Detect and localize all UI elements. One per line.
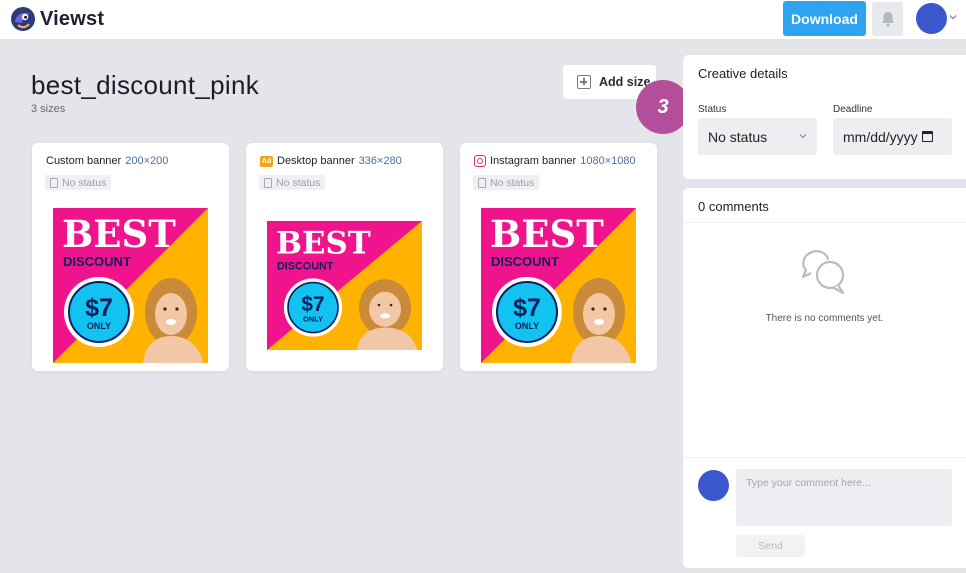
divider xyxy=(683,222,966,223)
status-chip-label: No status xyxy=(490,176,535,189)
status-chip[interactable]: No status xyxy=(45,175,112,190)
banner-price: $7 xyxy=(513,294,541,322)
notifications-button[interactable] xyxy=(872,2,903,36)
status-chip[interactable]: No status xyxy=(259,175,326,190)
page-title: best_discount_pink xyxy=(31,70,259,100)
deadline-input[interactable]: mm/dd/yyyy xyxy=(833,118,952,155)
banner-card-custom[interactable]: Custom banner 200×200 No status BEST DIS… xyxy=(32,143,229,371)
card-title: Custom banner 200×200 xyxy=(46,155,168,167)
app-logo[interactable]: Viewst xyxy=(10,6,104,32)
card-name: Desktop banner xyxy=(277,155,355,167)
status-select[interactable]: No status xyxy=(698,118,817,155)
download-button[interactable]: Download xyxy=(783,1,866,36)
bell-icon xyxy=(881,12,894,27)
card-title: Instagram banner 1080×1080 xyxy=(474,155,636,167)
details-title: Creative details xyxy=(698,66,788,81)
banner-preview[interactable]: BEST DISCOUNT $7 ONLY xyxy=(53,208,208,363)
banner-price-note: ONLY xyxy=(515,321,539,331)
empty-comments-text: There is no comments yet. xyxy=(765,313,884,324)
deadline-placeholder: mm/dd/yyyy xyxy=(843,128,918,145)
status-chip-label: No status xyxy=(276,176,321,189)
plus-icon xyxy=(577,75,591,89)
banner-artwork: BEST DISCOUNT $7 ONLY xyxy=(53,208,208,363)
top-bar: Viewst Download xyxy=(0,0,966,40)
banner-artwork: BEST DISCOUNT $7 ONLY xyxy=(267,221,422,350)
status-chip-label: No status xyxy=(62,176,107,189)
creative-details-panel: Creative details Status Deadline No stat… xyxy=(683,55,966,179)
card-name: Instagram banner xyxy=(490,155,577,167)
banner-price: $7 xyxy=(85,294,113,322)
banner-price-note: ONLY xyxy=(87,321,111,331)
banner-headline: BEST xyxy=(62,212,176,256)
ad-icon: Ad xyxy=(260,155,273,167)
banner-artwork: BEST DISCOUNT $7 ONLY xyxy=(481,208,636,363)
sizes-count: 3 sizes xyxy=(31,103,66,115)
banner-subhead: DISCOUNT xyxy=(491,254,559,269)
banner-price-note: ONLY xyxy=(303,315,323,324)
chevron-down-icon[interactable] xyxy=(948,12,958,22)
banner-price: $7 xyxy=(301,293,324,316)
status-select-value: No status xyxy=(708,128,768,145)
divider xyxy=(683,457,966,458)
user-avatar xyxy=(698,470,729,501)
card-name: Custom banner xyxy=(46,155,122,167)
comments-panel: 0 comments There is no comments yet. Sen… xyxy=(683,188,966,568)
banner-headline: BEST xyxy=(490,212,604,256)
step-badge: 3 xyxy=(636,80,690,134)
instagram-icon xyxy=(474,155,486,167)
status-label: Status xyxy=(698,104,727,115)
clipboard-icon xyxy=(478,177,486,188)
banner-preview[interactable]: BEST DISCOUNT $7 ONLY xyxy=(481,208,636,363)
deadline-label: Deadline xyxy=(833,104,873,115)
add-size-label: Add size xyxy=(599,75,651,89)
banner-subhead: DISCOUNT xyxy=(63,254,131,269)
app-name: Viewst xyxy=(40,7,105,30)
banner-headline: BEST xyxy=(276,225,371,261)
status-chip[interactable]: No status xyxy=(473,175,540,190)
calendar-icon[interactable] xyxy=(921,131,933,142)
clipboard-icon xyxy=(50,177,58,188)
clipboard-icon xyxy=(264,177,272,188)
chevron-down-icon xyxy=(799,134,807,139)
viewst-logo-icon xyxy=(11,7,35,31)
banner-subhead: DISCOUNT xyxy=(277,260,334,272)
card-title: Ad Desktop banner 336×280 xyxy=(260,155,402,167)
card-dims: 336×280 xyxy=(358,155,402,167)
comment-input[interactable] xyxy=(736,469,952,526)
banner-card-desktop[interactable]: Ad Desktop banner 336×280 No status BEST… xyxy=(246,143,443,371)
banner-preview[interactable]: BEST DISCOUNT $7 ONLY xyxy=(267,221,422,350)
comments-title: 0 comments xyxy=(698,199,769,214)
user-avatar[interactable] xyxy=(916,3,947,34)
card-dims: 1080×1080 xyxy=(580,155,636,167)
banner-card-instagram[interactable]: Instagram banner 1080×1080 No status BES… xyxy=(460,143,657,371)
send-button[interactable]: Send xyxy=(736,535,805,557)
chat-bubbles-icon xyxy=(801,250,845,295)
card-dims: 200×200 xyxy=(125,155,169,167)
